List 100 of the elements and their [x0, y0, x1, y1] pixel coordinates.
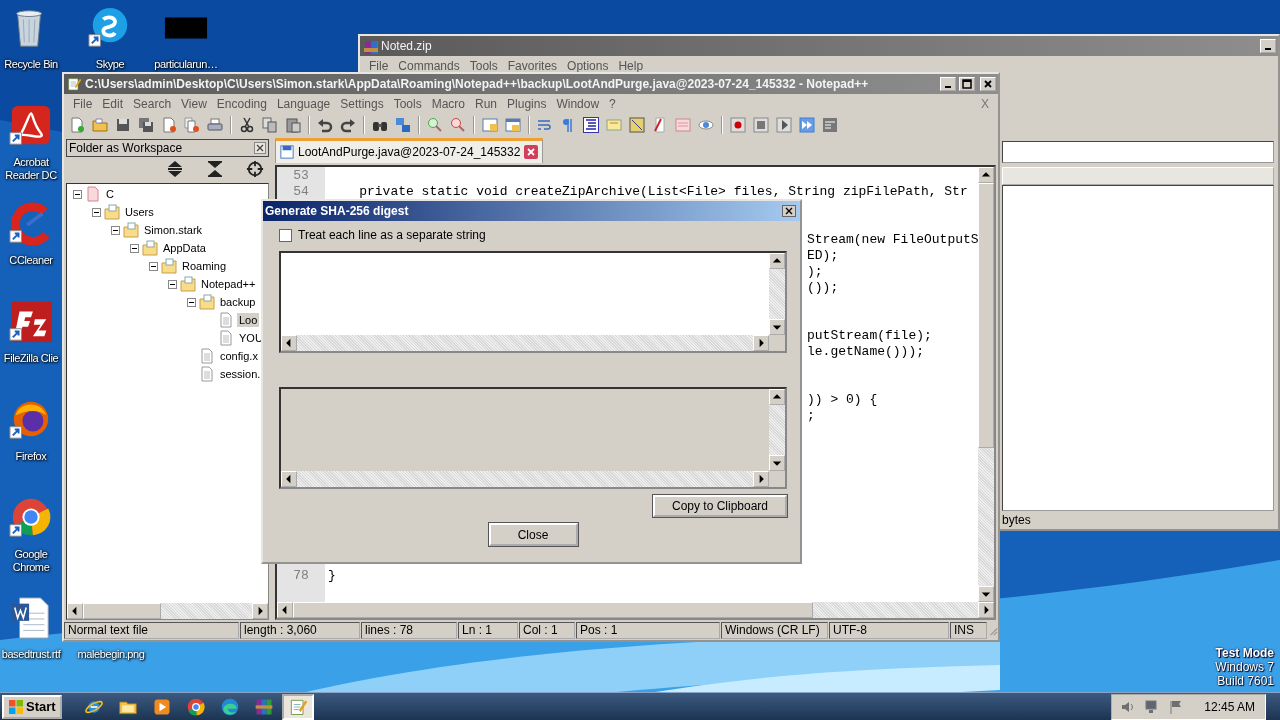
desktop-icon-label[interactable]: Recycle Bin: [4, 58, 58, 71]
menu-item[interactable]: Settings: [335, 96, 389, 111]
desktop-icon-label[interactable]: Skype: [95, 58, 125, 71]
horizontal-scrollbar[interactable]: [67, 603, 268, 619]
status-text: UTF-8: [829, 622, 949, 639]
fast-forward-icon[interactable]: [799, 117, 815, 133]
new-file-icon[interactable]: [69, 117, 85, 133]
menu-item[interactable]: ?: [604, 96, 621, 111]
desktop-icon-label[interactable]: FileZilla Clie: [3, 352, 59, 365]
scroll-thumb[interactable]: [293, 602, 813, 618]
start-button[interactable]: Start: [2, 694, 62, 719]
clock[interactable]: 12:45 AM: [1204, 699, 1255, 714]
tree-item[interactable]: session.: [218, 367, 263, 381]
menu-item[interactable]: File: [364, 58, 394, 73]
horizontal-scrollbar[interactable]: [281, 471, 785, 487]
checkbox[interactable]: [279, 228, 292, 242]
replace-icon[interactable]: [395, 117, 411, 133]
collapse-toggle-icon[interactable]: [149, 261, 158, 271]
menu-item[interactable]: Edit: [97, 96, 129, 111]
menu-item[interactable]: File: [68, 96, 98, 111]
collapse-toggle-icon[interactable]: [73, 189, 82, 199]
vertical-scrollbar[interactable]: [978, 167, 994, 602]
menu-item[interactable]: Encoding: [211, 96, 272, 111]
menu-item[interactable]: View: [176, 96, 212, 111]
system-watermark-text: Build 7601: [1217, 674, 1274, 688]
close-file-icon[interactable]: [161, 117, 177, 133]
desktop-icon-label[interactable]: Firefox: [15, 450, 47, 463]
copy-icon[interactable]: [262, 117, 278, 133]
menu-item[interactable]: Language: [271, 96, 336, 111]
close-button[interactable]: [782, 205, 796, 217]
close-all-icon[interactable]: [184, 117, 200, 133]
menu-item[interactable]: Help: [613, 58, 649, 73]
tree-item[interactable]: Notepad++: [199, 277, 258, 291]
collapse-toggle-icon[interactable]: [92, 207, 101, 217]
stop-icon[interactable]: [753, 117, 769, 133]
input-field[interactable]: [279, 251, 787, 353]
window-icon[interactable]: [505, 117, 521, 133]
tree-item[interactable]: Simon.stark: [142, 223, 205, 237]
desktop-icon-label[interactable]: CCleaner: [9, 254, 53, 267]
tree-item[interactable]: Users: [123, 205, 156, 219]
collapse-toggle-icon[interactable]: [130, 243, 139, 253]
expand-all-icon[interactable]: [165, 160, 185, 178]
scissors-icon[interactable]: [239, 117, 255, 133]
checkbox-label[interactable]: Treat each line as a separate string: [298, 228, 486, 242]
vertical-scrollbar[interactable]: [769, 389, 785, 471]
locate-icon[interactable]: [245, 160, 265, 178]
menu-item[interactable]: Commands: [393, 58, 465, 73]
menu-item[interactable]: Tools: [464, 58, 503, 73]
horizontal-scrollbar[interactable]: [281, 335, 785, 351]
zoom-in-icon[interactable]: [427, 117, 443, 133]
horizontal-scrollbar[interactable]: [277, 602, 994, 618]
copy-button[interactable]: Copy to Clipboard: [653, 495, 787, 517]
code-line: ;: [807, 407, 815, 423]
scroll-thumb[interactable]: [978, 183, 994, 448]
close-icon[interactable]: [254, 142, 266, 154]
tree-item[interactable]: Loo: [237, 313, 260, 327]
menu-item[interactable]: Window: [551, 96, 605, 111]
print-icon[interactable]: [207, 117, 223, 133]
close-dialog-button[interactable]: Close: [488, 523, 578, 546]
menu-item[interactable]: Options: [562, 58, 614, 73]
redo-icon[interactable]: [340, 117, 356, 133]
collapse-all-icon[interactable]: [205, 160, 225, 178]
tree-item[interactable]: AppData: [161, 241, 208, 255]
tree-item[interactable]: Roaming: [180, 259, 229, 273]
desktop-icon-label[interactable]: Google Chrome: [0, 548, 62, 574]
menu-item[interactable]: Tools: [388, 96, 427, 111]
save-icon[interactable]: [115, 117, 131, 133]
scroll-thumb[interactable]: [83, 603, 161, 619]
undo-icon[interactable]: [317, 117, 333, 133]
collapse-toggle-icon[interactable]: [187, 297, 196, 307]
tree-item[interactable]: C: [104, 187, 116, 201]
save-all-icon[interactable]: [138, 117, 154, 133]
menu-item[interactable]: Favorites: [502, 58, 563, 73]
eye-icon[interactable]: [698, 117, 714, 133]
wrap-icon[interactable]: [537, 117, 553, 133]
menu-item[interactable]: Run: [470, 96, 503, 111]
window-title: Noted.zip: [381, 39, 432, 53]
menu-item[interactable]: Plugins: [502, 96, 552, 111]
collapse-toggle-icon[interactable]: [168, 279, 177, 289]
desktop-icon-label[interactable]: Acrobat Reader DC: [0, 156, 62, 182]
zoom-out-icon[interactable]: [450, 117, 466, 133]
save-icon: [280, 145, 294, 159]
desktop-icon-label[interactable]: particularun…: [154, 58, 218, 71]
menu-item[interactable]: Macro: [426, 96, 470, 111]
paste-icon[interactable]: [285, 117, 301, 133]
document-tab[interactable]: LootAndPurge.java@2023-07-24_145332: [275, 138, 544, 163]
record-icon[interactable]: [730, 117, 746, 133]
indent-guide-icon[interactable]: [583, 117, 599, 133]
vertical-scrollbar[interactable]: [769, 253, 785, 335]
menu-item[interactable]: Search: [128, 96, 177, 111]
address-field[interactable]: [1002, 141, 1274, 163]
tree-item[interactable]: backup: [218, 295, 258, 309]
play-icon[interactable]: [776, 117, 792, 133]
open-folder-icon[interactable]: [92, 117, 108, 133]
macro-list-icon[interactable]: [822, 117, 838, 133]
collapse-toggle-icon[interactable]: [111, 225, 120, 235]
system-watermark-text: Windows 7: [1215, 660, 1274, 674]
desktop-shortcut-icon[interactable]: [8, 300, 54, 344]
tree-item[interactable]: config.x: [218, 349, 260, 363]
taskbar-app-button[interactable]: [281, 693, 314, 720]
